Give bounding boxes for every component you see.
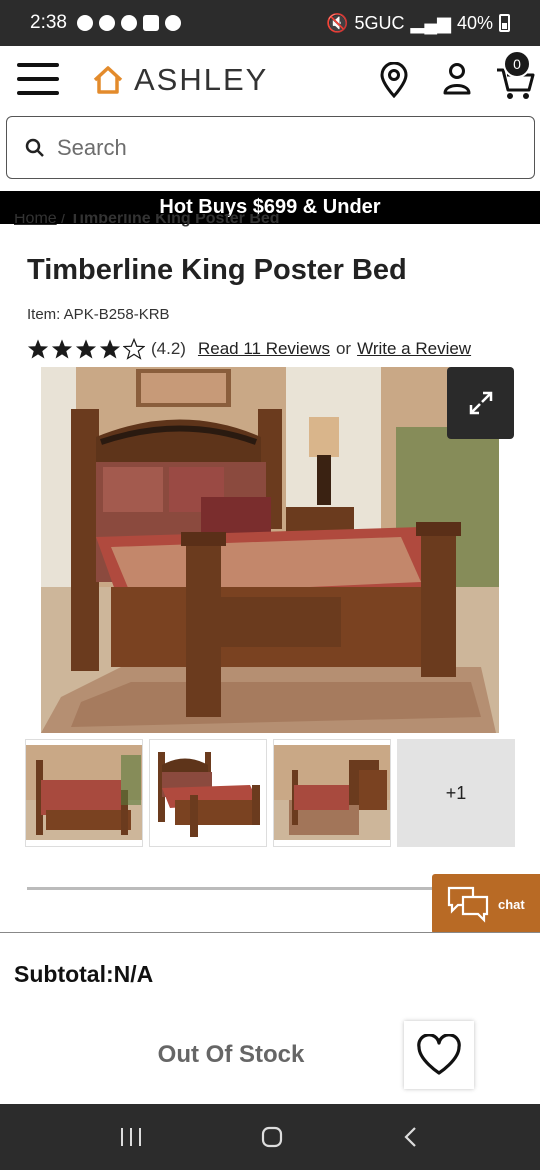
favorite-button[interactable] [404, 1021, 474, 1089]
back-icon[interactable] [401, 1125, 421, 1149]
expand-image-button[interactable] [447, 367, 514, 439]
network-label: 5GUC [354, 12, 405, 33]
breadcrumb: Home / Timberline King Poster Bed [14, 214, 280, 234]
out-of-stock-button[interactable]: Out Of Stock [40, 1021, 422, 1089]
read-reviews-link[interactable]: Read 11 Reviews [198, 339, 330, 359]
star-filled-icon [99, 339, 121, 359]
home-icon[interactable] [260, 1125, 284, 1149]
thumbnail-1[interactable] [25, 739, 143, 847]
brand-name: ASHLEY [134, 62, 269, 97]
heart-icon [417, 1034, 461, 1075]
site-header: ASHLEY 0 [0, 46, 540, 112]
menu-icon[interactable] [17, 63, 59, 95]
thumbnail-3-image [274, 745, 390, 840]
rating-value: (4.2) [151, 339, 186, 358]
breadcrumb-home-link[interactable]: Home [14, 214, 57, 227]
ashley-logo[interactable]: ASHLEY [92, 62, 268, 98]
recent-apps-icon[interactable] [119, 1126, 143, 1148]
system-navigation-bar [0, 1104, 540, 1170]
user-icon[interactable] [442, 62, 472, 96]
rating-row: (4.2) Read 11 Reviews or Write a Review [27, 338, 471, 360]
house-logo-icon [93, 66, 123, 94]
star-filled-icon [27, 339, 49, 359]
image-thumbnails: +1 [25, 739, 515, 847]
battery-icon [499, 14, 510, 32]
app-icon [98, 15, 115, 31]
subtotal: Subtotal:N/A [14, 961, 154, 987]
product-title: Timberline King Poster Bed [27, 254, 407, 286]
thumbnail-3[interactable] [273, 739, 391, 847]
star-empty-icon [123, 338, 145, 360]
status-bar: 2:38 🔇 5GUC ▂▄▆ 40% [0, 0, 540, 46]
battery-label: 40% [456, 12, 493, 33]
notification-icons [76, 15, 181, 31]
write-review-link[interactable]: Write a Review [357, 339, 471, 359]
star-rating [27, 338, 145, 360]
section-divider [27, 887, 437, 890]
breadcrumb-separator: / [61, 214, 66, 227]
cart-count-badge[interactable]: 0 [503, 50, 531, 78]
gallery-icon [142, 15, 159, 31]
search-bar[interactable] [6, 116, 535, 179]
thumbnail-2[interactable] [149, 739, 267, 847]
status-right: 🔇 5GUC ▂▄▆ 40% [326, 13, 510, 34]
search-icon[interactable] [25, 138, 45, 158]
checkout-panel: Subtotal:N/A Out Of Stock [0, 932, 540, 1104]
location-pin-icon[interactable] [378, 62, 410, 98]
facebook-icon [76, 15, 93, 31]
search-input[interactable] [57, 134, 497, 161]
star-filled-icon [75, 339, 97, 359]
item-number: Item: APK-B258-KRB [27, 306, 170, 323]
thumbnail-1-image [26, 745, 142, 840]
expand-icon [469, 391, 492, 415]
chat-icon [447, 886, 489, 923]
chat-button[interactable]: chat [432, 874, 540, 934]
bed-photo [41, 367, 499, 733]
chat-label: chat [498, 896, 525, 912]
thumbnail-2-image [158, 752, 260, 837]
star-filled-icon [51, 339, 73, 359]
product-main-image[interactable] [41, 367, 499, 733]
pinwheel-icon [120, 15, 137, 31]
or-text: or [335, 339, 352, 358]
more-images-button[interactable]: +1 [397, 739, 515, 847]
status-time: 2:38 [30, 12, 67, 33]
breadcrumb-current: Timberline King Poster Bed [70, 214, 280, 227]
signal-icon: ▂▄▆ [410, 12, 451, 33]
mute-icon: 🔇 [326, 12, 349, 33]
wifi-icon [164, 15, 181, 31]
